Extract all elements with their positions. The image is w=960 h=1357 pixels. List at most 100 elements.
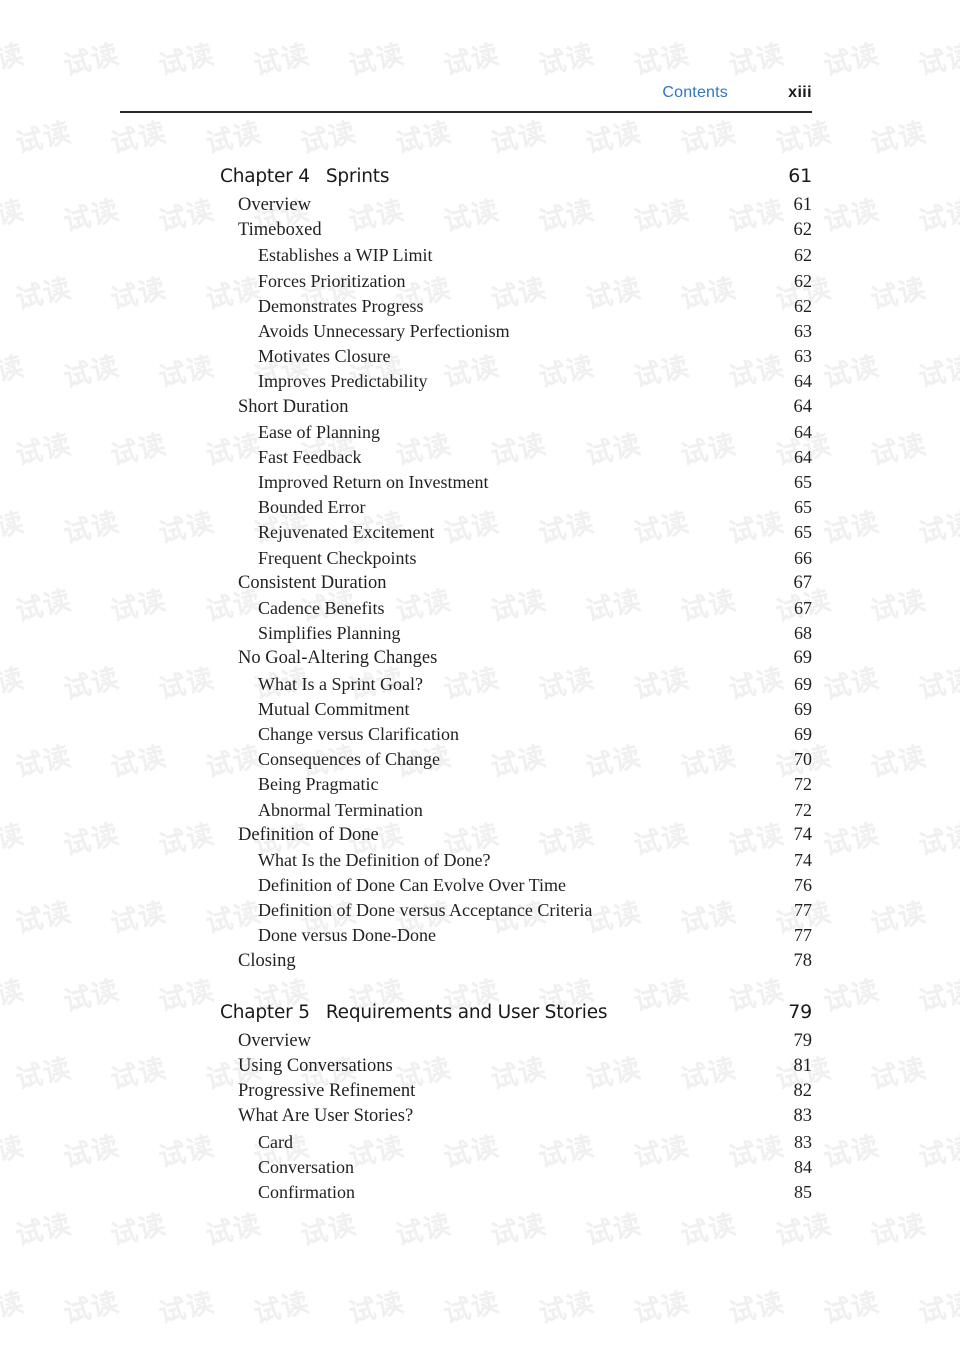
toc-entry-label: What Is the Definition of Done? <box>258 849 491 870</box>
toc-entry-page-number: 83 <box>793 1106 813 1127</box>
toc-entry[interactable]: Demonstrates Progress 62 <box>220 296 812 321</box>
toc-entry-page-number: 67 <box>793 572 813 593</box>
toc-entry[interactable]: Overview 61 <box>220 195 812 220</box>
toc-entry-label: Frequent Checkpoints <box>258 547 417 568</box>
toc-entry-page-number: 78 <box>793 950 813 971</box>
toc-entry[interactable]: Card 83 <box>220 1132 812 1157</box>
toc-entry-page-number: 64 <box>794 446 812 467</box>
toc-chapter-number: Chapter 4 <box>220 166 310 187</box>
toc-entry[interactable]: What Is a Sprint Goal? 69 <box>220 674 812 699</box>
toc-entry-page-number: 61 <box>788 165 812 187</box>
toc-chapter-title: Requirements and User Stories <box>325 1001 608 1023</box>
toc-entry-page-number: 69 <box>794 673 812 694</box>
toc-entry-label: Abnormal Termination <box>258 799 423 820</box>
toc-entry[interactable]: Motivates Closure 63 <box>220 346 812 371</box>
toc-entry-label: Improved Return on Investment <box>258 472 489 493</box>
toc-entry-label: Short Duration <box>238 396 349 417</box>
toc-entry[interactable]: Definition of Done 74 <box>220 825 812 850</box>
toc-entry[interactable]: Overview 79 <box>220 1031 812 1056</box>
toc-entry[interactable]: Conversation 84 <box>220 1157 812 1182</box>
toc-entry-page-number: 69 <box>793 648 813 669</box>
toc-entry-page-number: 76 <box>794 875 812 896</box>
running-head-folio: xiii <box>788 84 812 101</box>
toc-entry-label: What Is a Sprint Goal? <box>258 673 423 694</box>
toc-entry-label: Consequences of Change <box>258 749 440 770</box>
toc-entry[interactable]: What Is the Definition of Done? 74 <box>220 850 812 875</box>
table-of-contents: Chapter 4 Sprints 61 Overview 61 Timeboxed 62 E… <box>220 165 812 1207</box>
toc-entry[interactable]: Abnormal Termination 72 <box>220 800 812 825</box>
toc-entry-page-number: 65 <box>794 472 812 493</box>
toc-entry[interactable]: Definition of Done versus Acceptance Cri… <box>220 900 812 925</box>
toc-entry-page-number: 62 <box>794 245 812 266</box>
toc-entry-label: Done versus Done-Done <box>258 925 436 946</box>
toc-entry-label: Avoids Unnecessary Perfectionism <box>258 320 510 341</box>
toc-entry-label: Chapter 5 Requirements and User Stories <box>220 1001 608 1023</box>
toc-entry-label: Progressive Refinement <box>238 1081 416 1102</box>
toc-entry-label: Motivates Closure <box>258 346 391 367</box>
toc-entry-label: Mutual Commitment <box>258 698 410 719</box>
toc-chapter-number: Chapter 5 <box>220 1001 310 1023</box>
toc-entry[interactable]: Avoids Unnecessary Perfectionism 63 <box>220 321 812 346</box>
toc-entry-page-number: 62 <box>793 220 813 241</box>
toc-entry[interactable]: Simplifies Planning 68 <box>220 623 812 648</box>
toc-entry-label: Fast Feedback <box>258 446 362 467</box>
toc-entry-label: Forces Prioritization <box>258 270 406 291</box>
toc-entry[interactable]: Rejuvenated Excitement 65 <box>220 522 812 547</box>
toc-entry-label: Rejuvenated Excitement <box>258 522 435 543</box>
toc-entry-page-number: 83 <box>794 1131 812 1152</box>
toc-entry-page-number: 77 <box>794 925 812 946</box>
toc-entry[interactable]: Progressive Refinement 82 <box>220 1081 812 1106</box>
toc-entry[interactable]: Definition of Done Can Evolve Over Time 7… <box>220 875 812 900</box>
toc-entry[interactable]: Improved Return on Investment 65 <box>220 472 812 497</box>
toc-entry-page-number: 77 <box>794 900 812 921</box>
toc-entry[interactable]: Cadence Benefits 67 <box>220 598 812 623</box>
toc-entry-label: Ease of Planning <box>258 421 380 442</box>
toc-entry[interactable]: Change versus Clarification 69 <box>220 724 812 749</box>
toc-chapter-entry[interactable]: Chapter 4 Sprints 61 <box>220 165 812 195</box>
toc-entry-label: Overview <box>238 195 311 215</box>
toc-entry-page-number: 72 <box>794 799 812 820</box>
toc-entry-page-number: 72 <box>794 774 812 795</box>
toc-entry[interactable]: Frequent Checkpoints 66 <box>220 548 812 573</box>
toc-entry[interactable]: Timeboxed 62 <box>220 220 812 245</box>
toc-entry[interactable]: No Goal-Altering Changes 69 <box>220 648 812 673</box>
toc-entry-page-number: 64 <box>794 421 812 442</box>
toc-entry-label: Timeboxed <box>238 220 322 241</box>
toc-chapter-entry[interactable]: Chapter 5 Requirements and User Stories 79 <box>220 1001 812 1031</box>
toc-entry-page-number: 62 <box>794 270 812 291</box>
toc-entry-page-number: 68 <box>794 623 812 644</box>
running-head-title: Contents <box>662 84 728 101</box>
toc-entry[interactable]: Bounded Error 65 <box>220 497 812 522</box>
toc-entry-label: Confirmation <box>258 1181 355 1202</box>
toc-entry[interactable]: Forces Prioritization 62 <box>220 271 812 296</box>
toc-entry[interactable]: Improves Predictability 64 <box>220 371 812 396</box>
toc-entry[interactable]: Mutual Commitment 69 <box>220 699 812 724</box>
running-head: Contents xiii <box>120 84 812 113</box>
toc-entry-page-number: 65 <box>794 497 812 518</box>
toc-entry[interactable]: Using Conversations 81 <box>220 1056 812 1081</box>
toc-entry[interactable]: Consequences of Change 70 <box>220 749 812 774</box>
toc-entry[interactable]: Being Pragmatic 72 <box>220 774 812 799</box>
toc-entry-label: Simplifies Planning <box>258 623 401 644</box>
toc-entry[interactable]: Fast Feedback 64 <box>220 447 812 472</box>
toc-entry-label: Definition of Done versus Acceptance Cri… <box>258 900 593 921</box>
toc-entry-page-number: 61 <box>793 195 813 215</box>
toc-entry-label: Demonstrates Progress <box>258 295 424 316</box>
toc-entry-label: Establishes a WIP Limit <box>258 245 433 266</box>
toc-entry[interactable]: Done versus Done-Done 77 <box>220 925 812 950</box>
toc-entry[interactable]: Short Duration 64 <box>220 397 812 422</box>
toc-entry[interactable]: Closing 78 <box>220 951 812 976</box>
toc-entry[interactable]: Confirmation 85 <box>220 1182 812 1207</box>
toc-entry-page-number: 65 <box>794 522 812 543</box>
toc-entry[interactable]: Establishes a WIP Limit 62 <box>220 245 812 270</box>
toc-entry-label: Change versus Clarification <box>258 723 459 744</box>
toc-entry-label: Using Conversations <box>238 1056 393 1076</box>
toc-entry[interactable]: Ease of Planning 64 <box>220 422 812 447</box>
toc-entry[interactable]: Consistent Duration 67 <box>220 573 812 598</box>
toc-entry-page-number: 67 <box>794 598 812 618</box>
toc-entry-label: Improves Predictability <box>258 371 428 392</box>
toc-entry-page-number: 70 <box>794 749 812 770</box>
toc-entry-page-number: 81 <box>793 1056 813 1076</box>
toc-entry-page-number: 66 <box>794 547 812 568</box>
toc-entry[interactable]: What Are User Stories? 83 <box>220 1106 812 1131</box>
